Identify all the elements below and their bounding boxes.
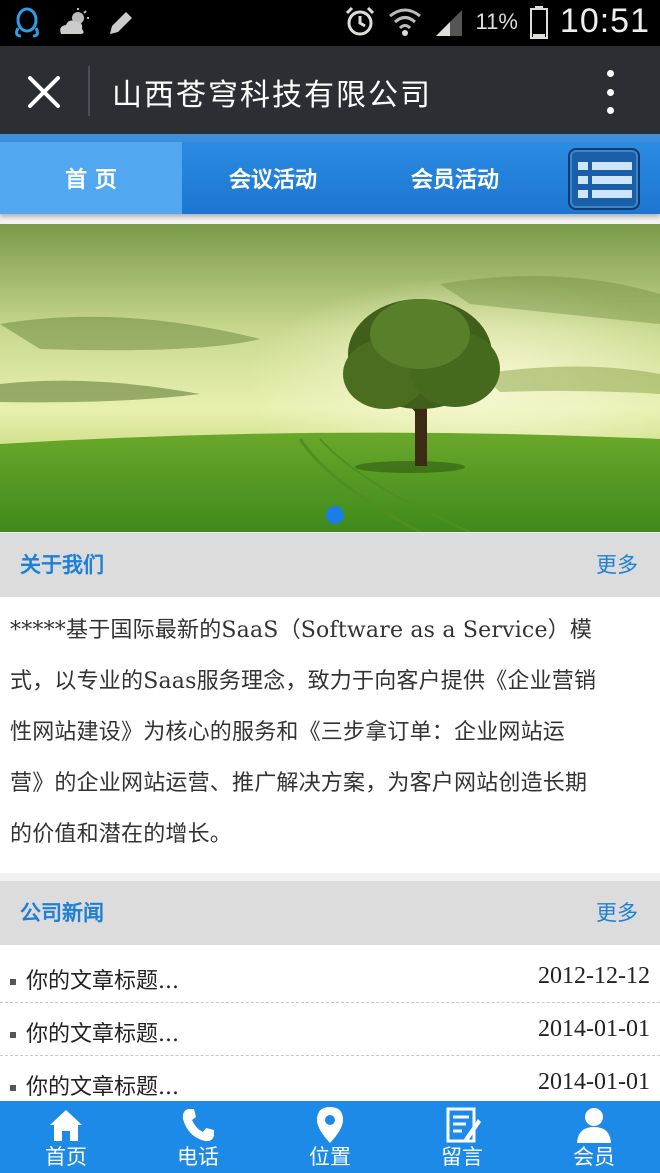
more-options-button[interactable]: [600, 70, 620, 114]
bottom-nav-bar: 首页 电话 位置 留言 会员: [0, 1101, 660, 1173]
title-bar: 山西苍穹科技有限公司: [0, 46, 660, 134]
news-list: 你的文章标题... 2012-12-12 你的文章标题... 2014-01-0…: [0, 945, 660, 1105]
nav-top-strip: [0, 134, 660, 142]
bullet-icon: [10, 1032, 16, 1038]
dot-icon: [606, 70, 614, 77]
bullet-icon: [10, 979, 16, 985]
bottom-nav-label: 首页: [45, 1145, 87, 1169]
qq-icon: [15, 7, 39, 38]
about-line: *****基于国际最新的SaaS（Software as a Service）模: [10, 618, 593, 643]
tab-member-events[interactable]: 会员活动: [364, 142, 546, 214]
menu-list-button[interactable]: [568, 148, 640, 210]
close-icon[interactable]: [24, 72, 64, 112]
news-item-date: 2014-01-01: [538, 1069, 650, 1095]
signal-icon: [435, 9, 462, 36]
bottom-nav-phone[interactable]: 电话: [132, 1101, 264, 1173]
about-text: *****基于国际最新的SaaS（Software as a Service）模…: [10, 605, 646, 860]
message-icon: [446, 1107, 481, 1143]
news-item-title[interactable]: 你的文章标题...: [26, 1016, 179, 1048]
bullet-icon: [10, 1085, 16, 1091]
home-icon: [50, 1110, 82, 1141]
news-section-header: 公司新闻 更多: [0, 881, 660, 945]
about-title: 关于我们: [20, 553, 104, 577]
bottom-nav-message[interactable]: 留言: [396, 1101, 528, 1173]
news-item-title[interactable]: 你的文章标题...: [26, 963, 179, 995]
phone-icon: [182, 1109, 214, 1142]
about-line: 性网站建设》为核心的服务和《三步拿订单：企业网站运: [10, 720, 566, 745]
about-line: 营》的企业网站运营、推广解决方案，为客户网站创造长期: [10, 771, 588, 796]
bottom-nav-member[interactable]: 会员: [528, 1101, 660, 1173]
nav-bar: 首 页 会议活动 会员活动: [0, 142, 660, 214]
tab-meeting-events[interactable]: 会议活动: [182, 142, 364, 214]
clock: 10:51: [559, 2, 650, 40]
menu-list-icon: [578, 162, 588, 170]
banner-image: [0, 224, 660, 532]
about-section-header: 关于我们 更多: [0, 533, 660, 597]
battery-percent: 11%: [475, 8, 518, 34]
member-icon: [577, 1108, 611, 1143]
title-divider: [88, 66, 90, 116]
about-line: 式，以专业的Saas服务理念，致力于向客户提供《企业营销: [10, 669, 597, 694]
slider-dot-indicator[interactable]: [326, 506, 344, 524]
status-bar: 11% 10:51: [0, 0, 660, 46]
bottom-nav-label: 电话: [177, 1145, 219, 1169]
alarm-icon: [345, 6, 374, 35]
news-item-date: 2012-12-12: [538, 963, 650, 989]
location-icon: [317, 1107, 343, 1143]
news-item-title[interactable]: 你的文章标题...: [26, 1069, 179, 1101]
news-more-link[interactable]: 更多: [596, 897, 638, 927]
banner-slider[interactable]: [0, 224, 660, 532]
dot-icon: [606, 88, 614, 96]
bottom-nav-label: 会员: [573, 1145, 615, 1169]
dot-icon: [606, 107, 614, 114]
page-title: 山西苍穹科技有限公司: [112, 78, 432, 113]
news-title: 公司新闻: [20, 901, 104, 925]
wifi-icon: [388, 8, 421, 36]
bottom-nav-home[interactable]: 首页: [0, 1101, 132, 1173]
news-item[interactable]: 你的文章标题... 2012-12-12: [0, 951, 660, 1003]
tab-home[interactable]: 首 页: [0, 142, 182, 214]
about-more-link[interactable]: 更多: [596, 549, 638, 579]
news-item[interactable]: 你的文章标题... 2014-01-01: [0, 1004, 660, 1056]
news-item-date: 2014-01-01: [538, 1016, 650, 1042]
about-line: 的价值和潜在的增长。: [10, 822, 233, 847]
about-content: *****基于国际最新的SaaS（Software as a Service）模…: [0, 597, 660, 873]
weather-icon: [60, 8, 89, 34]
battery-icon: [529, 5, 548, 39]
bottom-nav-location[interactable]: 位置: [264, 1101, 396, 1173]
bottom-nav-label: 留言: [441, 1145, 483, 1169]
bottom-nav-label: 位置: [309, 1145, 351, 1169]
pencil-icon: [110, 12, 132, 34]
